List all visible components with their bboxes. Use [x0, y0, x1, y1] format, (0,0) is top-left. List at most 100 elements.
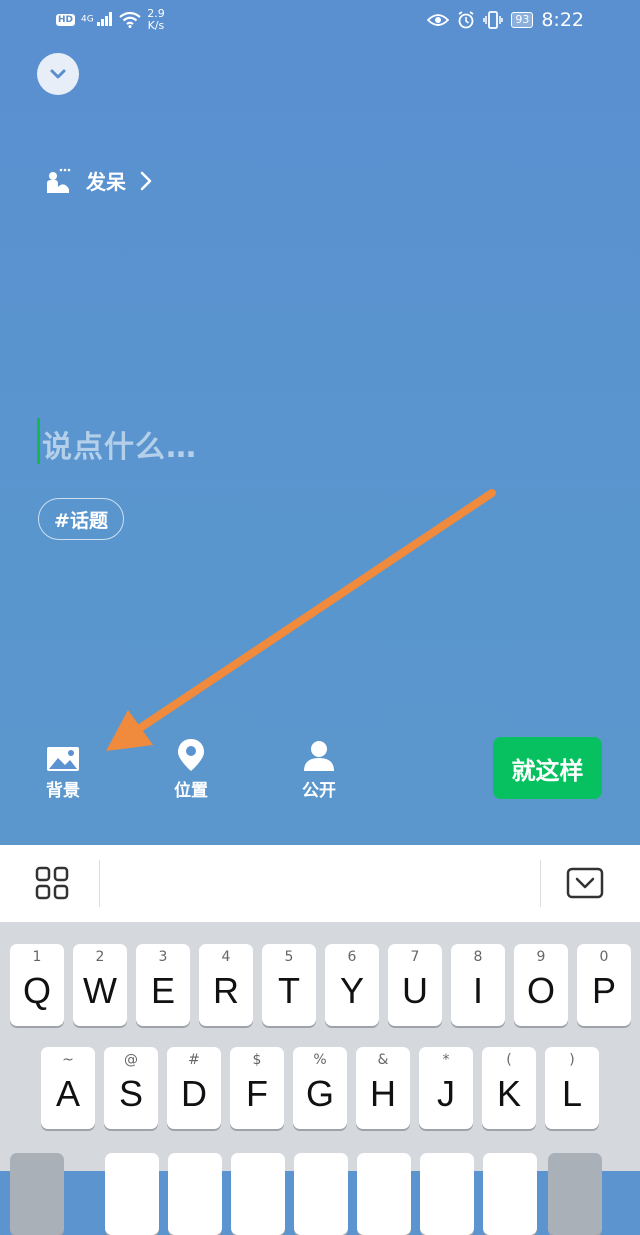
- key-secondary-label: 1: [32, 949, 42, 965]
- key-i[interactable]: 8I: [451, 944, 505, 1026]
- chevron-right-icon: [140, 171, 152, 190]
- key-y[interactable]: 6Y: [325, 944, 379, 1026]
- wifi-icon: [119, 12, 141, 28]
- collapse-button[interactable]: [37, 53, 79, 95]
- backspace-key[interactable]: [548, 1153, 602, 1235]
- key-n[interactable]: [420, 1153, 474, 1235]
- key-s[interactable]: @ S: [104, 1047, 158, 1129]
- key-t[interactable]: 5T: [262, 944, 316, 1026]
- input-placeholder: 说点什么…: [42, 430, 197, 465]
- key-o[interactable]: 9O: [514, 944, 568, 1026]
- visibility-button[interactable]: 公开: [284, 738, 354, 801]
- eye-icon: [427, 14, 450, 26]
- key-a[interactable]: ~ A: [41, 1047, 95, 1129]
- key-label: H: [370, 1073, 396, 1114]
- person-daze-icon: [47, 168, 71, 193]
- key-secondary-label: $: [252, 1052, 262, 1068]
- submit-button[interactable]: 就这样: [493, 737, 602, 799]
- key-label: S: [118, 1073, 143, 1114]
- key-x[interactable]: [168, 1153, 222, 1235]
- key-secondary-label: &: [377, 1052, 389, 1068]
- key-secondary-label: ~: [62, 1052, 74, 1068]
- key-r[interactable]: 4R: [199, 944, 253, 1026]
- location-label: 位置: [174, 781, 208, 801]
- key-label: I: [472, 970, 483, 1011]
- key-label: K: [496, 1073, 521, 1114]
- key-label: R: [213, 970, 239, 1011]
- key-secondary-label: (: [506, 1052, 512, 1068]
- divider: [540, 860, 541, 907]
- key-c[interactable]: [231, 1153, 285, 1235]
- key-secondary-label: *: [442, 1052, 450, 1068]
- background-label: 背景: [46, 781, 80, 801]
- topic-button[interactable]: #话题: [38, 498, 124, 540]
- key-secondary-label: 6: [347, 949, 357, 965]
- key-secondary-label: 2: [95, 949, 105, 965]
- hide-keyboard-button[interactable]: [566, 867, 604, 903]
- mood-label: 发呆: [86, 170, 126, 194]
- divider: [99, 860, 100, 907]
- key-m[interactable]: [483, 1153, 537, 1235]
- key-label: G: [305, 1073, 334, 1114]
- mood-selector[interactable]: 发呆: [44, 166, 152, 195]
- key-secondary-label: ): [569, 1052, 575, 1068]
- key-secondary-label: @: [124, 1052, 138, 1068]
- key-secondary-label: 4: [221, 949, 231, 965]
- vibrate-icon: [483, 11, 504, 29]
- key-g[interactable]: % G: [293, 1047, 347, 1129]
- key-f[interactable]: $ F: [230, 1047, 284, 1129]
- keyboard-toolbar: [0, 845, 640, 922]
- key-secondary-label: 0: [599, 949, 609, 965]
- key-v[interactable]: [294, 1153, 348, 1235]
- key-label: J: [437, 1073, 455, 1114]
- network-speed: 2.9 K/s: [147, 7, 165, 32]
- key-w[interactable]: 2W: [73, 944, 127, 1026]
- key-j[interactable]: * J: [419, 1047, 473, 1129]
- visibility-label: 公开: [302, 781, 336, 801]
- key-secondary-label: 5: [284, 949, 294, 965]
- key-k[interactable]: (K: [482, 1047, 536, 1129]
- key-label: F: [246, 1073, 268, 1114]
- keyboard-menu-button[interactable]: [35, 866, 69, 904]
- key-label: L: [561, 1073, 583, 1114]
- key-h[interactable]: & H: [356, 1047, 410, 1129]
- clock: 8:22: [541, 9, 584, 31]
- status-bar: HD 4G 2.9 K/s 93 8:22: [0, 0, 640, 44]
- key-label: O: [526, 970, 555, 1011]
- key-label: T: [278, 970, 300, 1011]
- text-caret: [37, 418, 40, 464]
- key-p[interactable]: 0P: [577, 944, 631, 1026]
- key-secondary-label: 8: [473, 949, 483, 965]
- key-secondary-label: 3: [158, 949, 168, 965]
- key-q[interactable]: 1Q: [10, 944, 64, 1026]
- key-secondary-label: %: [313, 1052, 327, 1068]
- battery-icon: 93: [511, 12, 534, 28]
- post-text-input[interactable]: 说点什么…: [37, 416, 597, 465]
- location-pin-icon: [178, 739, 204, 771]
- key-label: Q: [22, 970, 51, 1011]
- key-secondary-label: 9: [536, 949, 546, 965]
- grid-icon: [35, 866, 69, 900]
- key-secondary-label: #: [188, 1052, 200, 1068]
- key-label: W: [83, 970, 117, 1011]
- location-button[interactable]: 位置: [156, 738, 226, 801]
- key-label: D: [181, 1073, 207, 1114]
- key-d[interactable]: # D: [167, 1047, 221, 1129]
- image-icon: [47, 747, 79, 771]
- keyboard-hide-icon: [566, 867, 604, 899]
- signal-icon: 4G: [81, 11, 113, 29]
- key-u[interactable]: 7U: [388, 944, 442, 1026]
- key-secondary-label: 7: [410, 949, 420, 965]
- key-l[interactable]: ) L: [545, 1047, 599, 1129]
- key-label: P: [591, 970, 616, 1011]
- background-button[interactable]: 背景: [28, 738, 98, 801]
- key-e[interactable]: 3E: [136, 944, 190, 1026]
- key-z[interactable]: [105, 1153, 159, 1235]
- chevron-down-icon: [50, 69, 66, 79]
- key-label: Y: [339, 970, 364, 1011]
- key-label: A: [55, 1073, 80, 1114]
- key-b[interactable]: [357, 1153, 411, 1235]
- shift-key[interactable]: [10, 1153, 64, 1235]
- key-label: U: [402, 970, 428, 1011]
- key-label: E: [150, 970, 175, 1011]
